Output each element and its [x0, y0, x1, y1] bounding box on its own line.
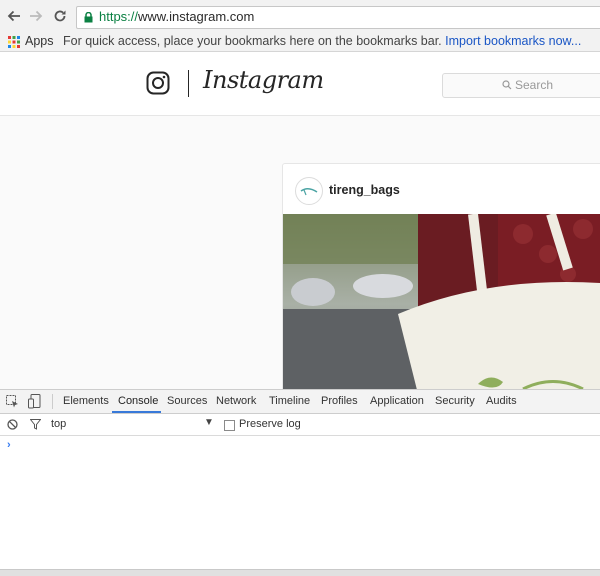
device-toolbar-icon[interactable]	[28, 394, 41, 409]
dropdown-caret-icon[interactable]: ▼	[204, 417, 214, 428]
address-bar[interactable]: https://www.instagram.com	[76, 6, 600, 29]
console-prompt[interactable]: ›	[7, 439, 11, 451]
tab-network[interactable]: Network	[216, 395, 256, 407]
tab-application[interactable]: Application	[370, 395, 424, 407]
search-placeholder: Search	[515, 78, 554, 92]
devtools-tabbar: Elements Console Sources Network Timelin…	[0, 390, 600, 414]
filter-icon[interactable]	[30, 419, 41, 430]
tab-profiles[interactable]: Profiles	[321, 395, 358, 407]
active-tab-indicator	[112, 411, 161, 413]
instagram-camera-icon[interactable]	[146, 71, 170, 95]
bag-logo-icon	[300, 188, 318, 196]
search-icon	[502, 80, 512, 90]
import-bookmarks-link[interactable]: Import bookmarks now...	[445, 34, 581, 48]
tab-elements[interactable]: Elements	[63, 395, 109, 407]
web-page: Instagram Search tireng_bags	[0, 52, 600, 389]
apps-grid-icon[interactable]	[8, 36, 20, 48]
tab-timeline[interactable]: Timeline	[269, 395, 310, 407]
preserve-log-checkbox[interactable]	[224, 420, 235, 431]
tab-sources[interactable]: Sources	[167, 395, 207, 407]
inspect-element-icon[interactable]	[6, 395, 19, 408]
apps-link[interactable]: Apps	[25, 34, 54, 48]
browser-toolbar: https://www.instagram.com	[0, 0, 600, 33]
lock-icon	[84, 12, 93, 23]
post-photo[interactable]	[283, 214, 600, 389]
post-username[interactable]: tireng_bags	[329, 183, 400, 197]
reload-icon[interactable]	[51, 7, 69, 25]
devtools-panel: Elements Console Sources Network Timelin…	[0, 389, 600, 576]
context-selector[interactable]: top	[51, 418, 66, 430]
tab-audits[interactable]: Audits	[486, 395, 517, 407]
header-divider	[188, 70, 189, 97]
tab-console[interactable]: Console	[118, 395, 158, 407]
clear-console-icon[interactable]	[7, 419, 18, 430]
tab-separator	[52, 394, 53, 409]
bookmarks-hint-text: For quick access, place your bookmarks h…	[63, 34, 442, 48]
instagram-wordmark[interactable]: Instagram	[203, 66, 324, 94]
feed-post: tireng_bags	[282, 163, 600, 389]
preserve-log-label: Preserve log	[239, 418, 301, 430]
search-input[interactable]: Search	[442, 73, 600, 98]
url-host: www.instagram.com	[138, 9, 255, 24]
url-text: https://www.instagram.com	[99, 9, 254, 24]
url-scheme: https://	[99, 9, 139, 24]
instagram-header: Instagram Search	[0, 52, 600, 116]
avatar[interactable]	[295, 177, 323, 205]
bookmarks-bar: Apps For quick access, place your bookma…	[0, 33, 600, 52]
tab-security[interactable]: Security	[435, 395, 475, 407]
bookmarks-hint: For quick access, place your bookmarks h…	[63, 34, 581, 48]
tote-bag-photo	[283, 214, 600, 389]
console-toolbar: top ▼ Preserve log	[0, 414, 600, 436]
back-icon[interactable]	[5, 7, 23, 25]
forward-icon[interactable]	[27, 7, 45, 25]
